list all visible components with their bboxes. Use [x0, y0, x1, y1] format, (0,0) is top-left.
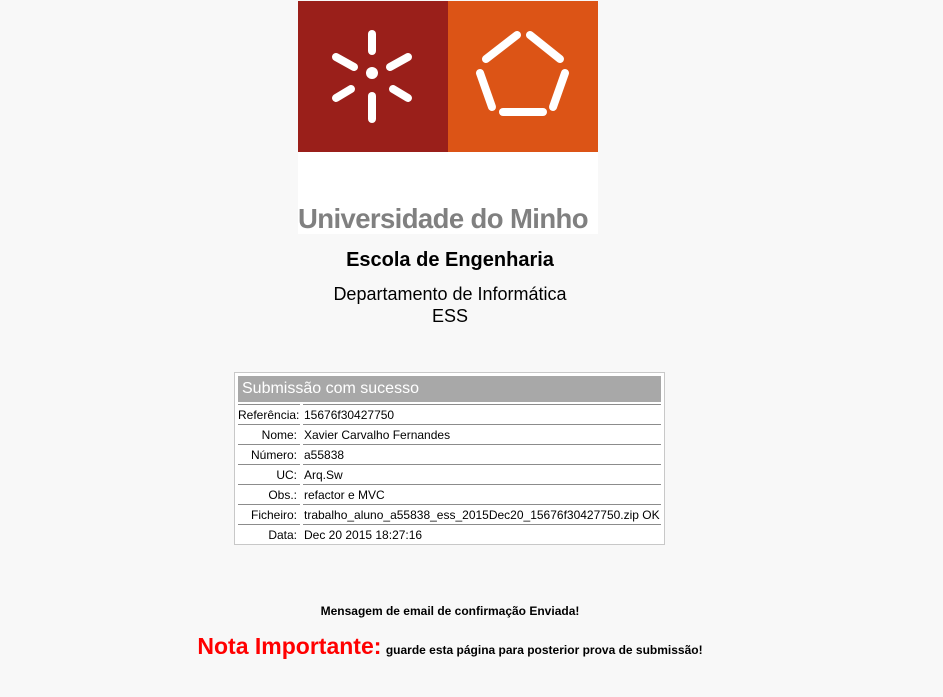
note-title: Nota Importante:: [197, 633, 382, 659]
table-row-name: Nome: Xavier Carvalho Fernandes: [238, 424, 661, 444]
row-label: UC:: [238, 464, 300, 484]
row-value: Xavier Carvalho Fernandes: [303, 424, 661, 444]
pentagon-emblem-icon: [476, 31, 569, 116]
row-value: 15676f30427750: [303, 404, 661, 424]
row-value: refactor e MVC: [303, 484, 661, 504]
school-title: Escola de Engenharia: [346, 249, 554, 271]
row-value: a55838: [303, 444, 661, 464]
row-value: Dec 20 2015 18:27:16: [303, 524, 661, 544]
university-logo: Universidade do Minho: [298, 1, 598, 234]
table-row-date: Data: Dec 20 2015 18:27:16: [238, 524, 661, 544]
department-name: Departamento de Informática: [333, 284, 567, 304]
row-value: Arq.Sw: [303, 464, 661, 484]
row-label: Data:: [238, 524, 300, 544]
submission-details-table: Referência: 15676f30427750 Nome: Xavier …: [238, 404, 661, 544]
row-value: trabalho_aluno_a55838_ess_2015Dec20_1567…: [303, 504, 661, 524]
row-label: Obs.:: [238, 484, 300, 504]
logo-red-block: [298, 1, 448, 152]
note-text: guarde esta página para posterior prova …: [385, 643, 703, 657]
row-label: Referência:: [238, 404, 300, 424]
table-row-number: Número: a55838: [238, 444, 661, 464]
table-row-observations: Obs.: refactor e MVC: [238, 484, 661, 504]
course-name: ESS: [431, 306, 469, 326]
logo-orange-block: [448, 1, 598, 152]
university-name: Universidade do Minho: [298, 203, 589, 234]
important-note: Nota Importante: guarde esta página para…: [0, 633, 900, 660]
email-confirmation-message: Mensagem de email de confirmação Enviada…: [320, 604, 580, 618]
row-label: Número:: [238, 444, 300, 464]
submission-status-header: Submissão com sucesso: [238, 376, 661, 402]
submission-result-panel: Submissão com sucesso Referência: 15676f…: [234, 372, 665, 545]
table-row-uc: UC: Arq.Sw: [238, 464, 661, 484]
row-label: Ficheiro:: [238, 504, 300, 524]
table-row-reference: Referência: 15676f30427750: [238, 404, 661, 424]
asterisk-emblem-icon: [332, 30, 412, 123]
row-label: Nome:: [238, 424, 300, 444]
table-row-file: Ficheiro: trabalho_aluno_a55838_ess_2015…: [238, 504, 661, 524]
